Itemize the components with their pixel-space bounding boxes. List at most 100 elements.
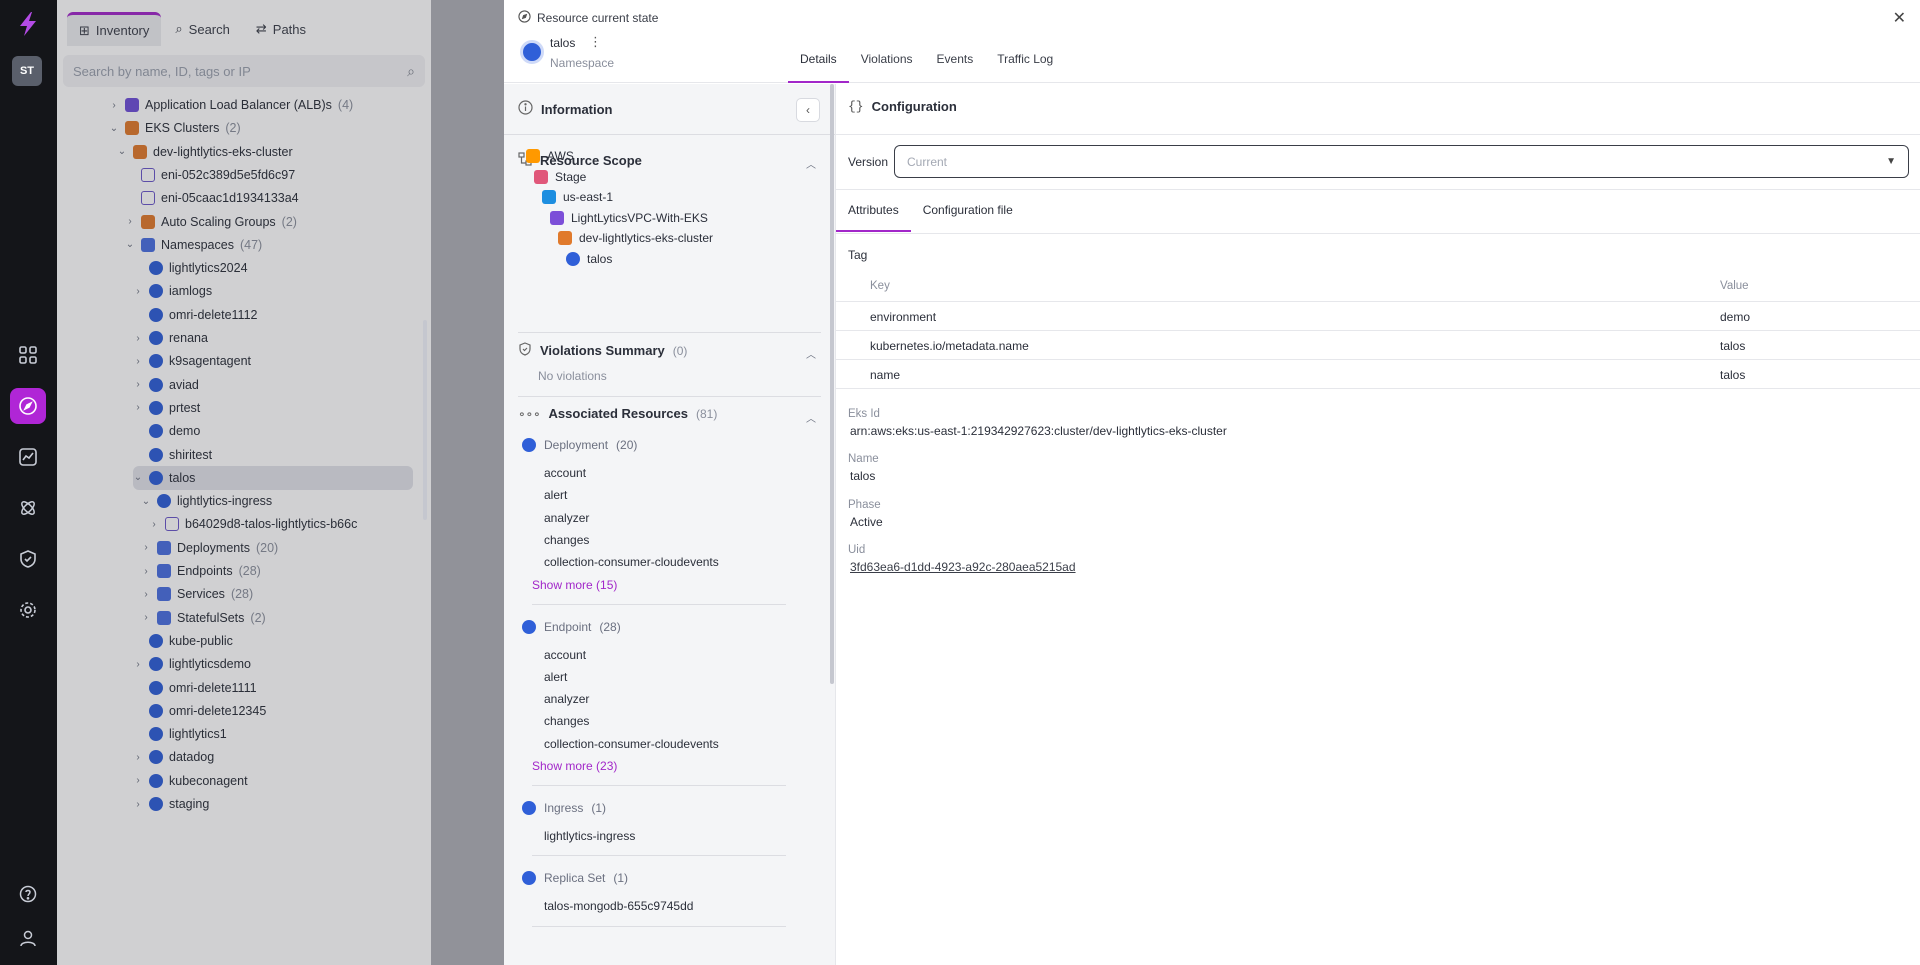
chevron-down-icon[interactable]: ⌄	[117, 146, 127, 157]
chevron-up-icon[interactable]: ︿	[806, 156, 816, 171]
tree-item[interactable]: › Endpoints (28)	[141, 559, 261, 583]
tab-details[interactable]: Details	[788, 44, 849, 83]
info-scrollbar[interactable]	[830, 84, 834, 684]
chevron-right-icon[interactable]: ›	[133, 775, 143, 786]
tree-item[interactable]: › Auto Scaling Groups (2)	[125, 210, 297, 234]
show-more-link[interactable]: Show more (23)	[532, 759, 617, 773]
tree-item[interactable]: › aviad	[133, 373, 199, 397]
tab-configuration-file[interactable]: Configuration file	[911, 192, 1025, 232]
tree-item[interactable]: › Deployments (20)	[141, 536, 278, 560]
shield-icon[interactable]	[10, 541, 46, 577]
tree-item[interactable]: › kubeconagent	[133, 769, 248, 793]
associated-resource-item[interactable]: analyzer	[544, 511, 589, 525]
tree-item[interactable]: › iamlogs	[133, 279, 212, 303]
chevron-right-icon[interactable]: ›	[133, 286, 143, 297]
search-icon[interactable]: ⌕	[407, 63, 415, 80]
associated-resource-item[interactable]: account	[544, 648, 586, 662]
tree-item[interactable]: demo	[133, 419, 200, 443]
chevron-right-icon[interactable]: ›	[133, 659, 143, 670]
gear-icon[interactable]	[10, 592, 46, 628]
close-icon[interactable]: ✕	[1893, 8, 1906, 28]
tree-item[interactable]: ⌄ dev-lightlytics-eks-cluster	[117, 140, 293, 164]
associated-resource-item[interactable]: collection-consumer-cloudevents	[544, 737, 719, 751]
associated-resource-item[interactable]: analyzer	[544, 692, 589, 706]
chevron-up-icon[interactable]: ︿	[806, 346, 816, 361]
scope-item[interactable]: LightLyticsVPC-With-EKS	[550, 210, 708, 225]
tree-item[interactable]: lightlytics1	[133, 722, 227, 746]
chevron-right-icon[interactable]: ›	[133, 402, 143, 413]
tree-item[interactable]: eni-052c389d5e5fd6c97	[125, 163, 295, 187]
associated-resource-item[interactable]: alert	[544, 488, 567, 502]
collapse-panel-button[interactable]: ‹	[796, 98, 820, 122]
associated-resources-header[interactable]: ∘∘∘ Associated Resources (81)	[518, 406, 717, 421]
show-more-link[interactable]: Show more (15)	[532, 578, 617, 592]
tree-item[interactable]: ⌄ EKS Clusters (2)	[109, 116, 241, 140]
lightning-logo-icon[interactable]	[14, 10, 42, 38]
associated-resource-item[interactable]: lightlytics-ingress	[544, 829, 635, 843]
tree-item[interactable]: eni-05caac1d1934133a4	[125, 186, 299, 210]
chevron-right-icon[interactable]: ›	[141, 589, 151, 600]
tree-item[interactable]: ⌄ talos	[133, 465, 413, 490]
field-value[interactable]: 3fd63ea6-d1dd-4923-a92c-280aea5215ad	[850, 560, 1076, 574]
chevron-right-icon[interactable]: ›	[109, 100, 119, 111]
scope-item[interactable]: Stage	[534, 169, 586, 184]
tree-item[interactable]: lightlytics2024	[133, 256, 248, 280]
chevron-down-icon[interactable]: ⌄	[125, 239, 135, 250]
chevron-right-icon[interactable]: ›	[133, 379, 143, 390]
tab-paths[interactable]: ⇄ Paths	[244, 12, 318, 46]
tab-events[interactable]: Events	[925, 44, 986, 83]
chevron-right-icon[interactable]: ›	[133, 333, 143, 344]
chevron-down-icon[interactable]: ⌄	[133, 472, 143, 483]
scope-item[interactable]: AWS	[526, 149, 574, 163]
help-icon[interactable]	[10, 876, 46, 912]
tree-item[interactable]: omri-delete1112	[133, 303, 257, 327]
compass-icon[interactable]	[10, 388, 46, 424]
tree-item[interactable]: omri-delete12345	[133, 699, 266, 723]
scope-item[interactable]: dev-lightlytics-eks-cluster	[558, 231, 713, 245]
chevron-right-icon[interactable]: ›	[133, 356, 143, 367]
tree-item[interactable]: › renana	[133, 326, 208, 350]
tab-search[interactable]: ⌕ Search	[163, 12, 241, 46]
avatar[interactable]: ST	[12, 56, 42, 86]
tree-item[interactable]: › k9sagentagent	[133, 349, 251, 373]
chevron-right-icon[interactable]: ›	[141, 542, 151, 553]
associated-resource-item[interactable]: collection-consumer-cloudevents	[544, 555, 719, 569]
tree-item[interactable]: › staging	[133, 792, 209, 816]
associated-group-header[interactable]: Endpoint (28)	[522, 619, 621, 634]
associated-group-header[interactable]: Ingress (1)	[522, 801, 606, 815]
kebab-menu-icon[interactable]: ⋮	[589, 34, 602, 50]
tree-item[interactable]: › datadog	[133, 745, 214, 769]
tree-item[interactable]: › lightlyticsdemo	[133, 652, 251, 676]
scope-item[interactable]: talos	[566, 251, 612, 266]
tree-item[interactable]: › Services (28)	[141, 582, 253, 606]
tree-item[interactable]: shiritest	[133, 443, 212, 467]
associated-resource-item[interactable]: changes	[544, 533, 589, 547]
chevron-down-icon[interactable]: ⌄	[109, 123, 119, 134]
inventory-scrollbar[interactable]	[423, 320, 427, 520]
tree-item[interactable]: › b64029d8-talos-lightlytics-b66c	[149, 512, 357, 536]
tree-item[interactable]: ⌄ Namespaces (47)	[125, 233, 262, 257]
chevron-right-icon[interactable]: ›	[141, 612, 151, 623]
tab-traffic-log[interactable]: Traffic Log	[985, 44, 1065, 83]
tree-item[interactable]: ⌄ lightlytics-ingress	[141, 489, 272, 513]
chevron-up-icon[interactable]: ︿	[806, 410, 816, 425]
chevron-right-icon[interactable]: ›	[149, 519, 159, 530]
tab-attributes[interactable]: Attributes	[836, 192, 911, 232]
chevron-right-icon[interactable]: ›	[133, 752, 143, 763]
tab-violations[interactable]: Violations	[849, 44, 925, 83]
associated-group-header[interactable]: Replica Set (1)	[522, 871, 628, 886]
associated-group-header[interactable]: Deployment (20)	[522, 438, 637, 452]
chevron-right-icon[interactable]: ›	[133, 799, 143, 810]
user-icon[interactable]	[10, 920, 46, 956]
tree-item[interactable]: › prtest	[133, 396, 200, 420]
search-input[interactable]	[73, 63, 393, 79]
scope-item[interactable]: us-east-1	[542, 190, 613, 204]
tree-item[interactable]: › Application Load Balancer (ALB)s (4)	[109, 93, 353, 117]
tree-item[interactable]: kube-public	[133, 629, 233, 653]
atom-icon[interactable]	[10, 490, 46, 526]
tree-item[interactable]: › StatefulSets (2)	[141, 606, 266, 630]
chart-icon[interactable]	[10, 439, 46, 475]
chevron-right-icon[interactable]: ›	[125, 216, 135, 227]
version-select[interactable]: Current ▼	[894, 145, 1909, 178]
chevron-down-icon[interactable]: ⌄	[141, 496, 151, 507]
